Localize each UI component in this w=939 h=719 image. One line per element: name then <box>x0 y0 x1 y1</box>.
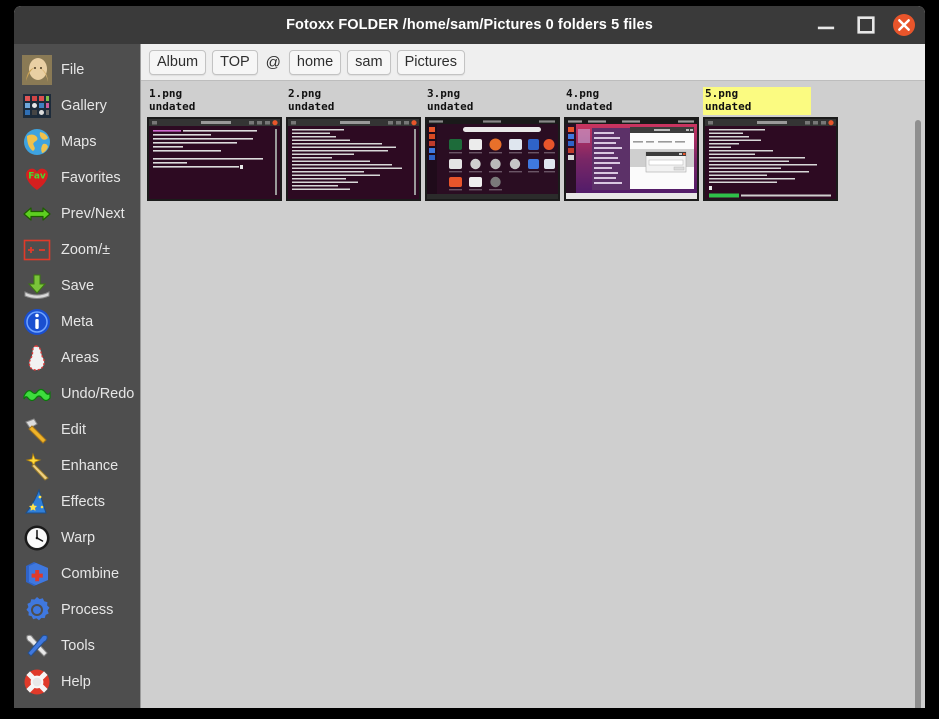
at-symbol-icon: @ <box>265 53 281 71</box>
thumbnail-cell[interactable]: 2.png undated <box>284 87 423 207</box>
sidebar-item-label: Meta <box>61 314 94 330</box>
sidebar-item-label: Process <box>61 602 114 618</box>
layers-plus-icon <box>22 559 52 589</box>
sidebar-item-help[interactable]: Help <box>14 664 140 700</box>
sidebar-item-prev-next[interactable]: Prev/Next <box>14 196 140 232</box>
breadcrumb: Album TOP @ home sam Pictures <box>141 44 925 81</box>
sidebar-item-label: Warp <box>61 530 96 546</box>
heart-fav-icon: Fav <box>22 163 52 193</box>
sidebar-item-label: Areas <box>61 350 99 366</box>
sidebar-item-process[interactable]: Process <box>14 592 140 628</box>
content-pane: Album TOP @ home sam Pictures 1.png undat… <box>140 44 925 708</box>
undo-redo-ribbon-icon <box>22 379 52 409</box>
thumbnail-image-dialog[interactable] <box>564 117 699 201</box>
sidebar-item-label: File <box>61 62 85 78</box>
sidebar-item-favorites[interactable]: Fav Favorites <box>14 160 140 196</box>
portrait-icon <box>22 55 52 85</box>
sidebar-item-tools[interactable]: Tools <box>14 628 140 664</box>
clock-icon <box>22 523 52 553</box>
sidebar-item-label: Help <box>61 674 91 690</box>
gear-icon <box>22 595 52 625</box>
sidebar-item-label: Effects <box>61 494 106 510</box>
svg-text:Fav: Fav <box>28 172 46 182</box>
sidebar-item-enhance[interactable]: Enhance <box>14 448 140 484</box>
window-title: Fotoxx FOLDER /home/sam/Pictures 0 folde… <box>286 17 653 33</box>
sidebar-item-save[interactable]: Save <box>14 268 140 304</box>
hammer-icon <box>22 415 52 445</box>
sidebar-item-label: Maps <box>61 134 97 150</box>
sidebar-item-zoom[interactable]: Zoom/± <box>14 232 140 268</box>
lifebuoy-icon <box>22 667 52 697</box>
sidebar-item-meta[interactable]: Meta <box>14 304 140 340</box>
window-controls <box>813 6 915 44</box>
thumbnail-image-terminal-progress[interactable] <box>703 117 838 201</box>
sidebar-item-areas[interactable]: Areas <box>14 340 140 376</box>
sidebar-item-label: Prev/Next <box>61 206 125 222</box>
minimize-button[interactable] <box>813 12 839 38</box>
sidebar-item-gallery[interactable]: Gallery <box>14 88 140 124</box>
grid-thumbnails-icon <box>22 91 52 121</box>
close-button[interactable] <box>893 14 915 36</box>
thumbnail-image-appgrid[interactable] <box>425 117 560 201</box>
top-button[interactable]: TOP <box>212 49 258 75</box>
sidebar-item-label: Save <box>61 278 95 294</box>
vertical-scrollbar[interactable] <box>912 118 924 708</box>
breadcrumb-pictures[interactable]: Pictures <box>396 49 465 75</box>
sidebar-item-effects[interactable]: Effects <box>14 484 140 520</box>
scrollbar-thumb[interactable] <box>915 120 921 708</box>
breadcrumb-home[interactable]: home <box>288 49 342 75</box>
save-down-arrow-icon <box>22 271 52 301</box>
sidebar-item-edit[interactable]: Edit <box>14 412 140 448</box>
thumbnail-cell[interactable]: 3.png undated <box>423 87 562 207</box>
fotoxx-window: Fotoxx FOLDER /home/sam/Pictures 0 folde… <box>14 6 925 708</box>
sidebar-item-undo-redo[interactable]: Undo/Redo <box>14 376 140 412</box>
sidebar-item-label: Edit <box>61 422 86 438</box>
sidebar-item-label: Combine <box>61 566 120 582</box>
titlebar: Fotoxx FOLDER /home/sam/Pictures 0 folde… <box>14 6 925 44</box>
double-arrow-icon <box>22 199 52 229</box>
thumbnail-image-terminal[interactable] <box>286 117 421 201</box>
window-body: File Gallery Maps Fav Favorites Prev/Nex… <box>14 44 925 708</box>
zoom-plus-minus-icon <box>22 235 52 265</box>
maximize-button[interactable] <box>853 12 879 38</box>
globe-icon <box>22 127 52 157</box>
album-button[interactable]: Album <box>149 49 207 75</box>
info-circle-icon <box>22 307 52 337</box>
sidebar: File Gallery Maps Fav Favorites Prev/Nex… <box>14 44 140 708</box>
thumbnail-cell[interactable]: 4.png undated <box>562 87 701 207</box>
thumbnail-label: 5.png undated <box>703 87 812 115</box>
sidebar-item-warp[interactable]: Warp <box>14 520 140 556</box>
sidebar-item-label: Enhance <box>61 458 119 474</box>
wrench-screwdriver-icon <box>22 631 52 661</box>
thumbnail-cell-selected[interactable]: 5.png undated <box>701 87 840 207</box>
sidebar-item-label: Tools <box>61 638 95 654</box>
thumbnail-label: 1.png undated <box>149 87 196 113</box>
sidebar-item-label: Gallery <box>61 98 107 114</box>
dotted-shape-icon <box>22 343 52 373</box>
thumbnail-image-terminal[interactable] <box>147 117 282 201</box>
sidebar-item-file[interactable]: File <box>14 52 140 88</box>
wizard-hat-icon <box>22 487 52 517</box>
sidebar-item-label: Zoom/± <box>61 242 111 258</box>
sidebar-item-maps[interactable]: Maps <box>14 124 140 160</box>
sidebar-item-label: Favorites <box>61 170 121 186</box>
sidebar-item-label: Undo/Redo <box>61 386 135 402</box>
thumbnail-label: 4.png undated <box>566 87 613 113</box>
breadcrumb-sam[interactable]: sam <box>347 49 391 75</box>
sidebar-item-combine[interactable]: Combine <box>14 556 140 592</box>
thumbnail-label: 3.png undated <box>427 87 474 113</box>
thumbnail-cell[interactable]: 1.png undated <box>145 87 284 207</box>
thumbnail-gallery: 1.png undated 2.png undated 3.png undate… <box>141 81 925 708</box>
thumbnail-grid: 1.png undated 2.png undated 3.png undate… <box>145 87 925 207</box>
thumbnail-label: 2.png undated <box>288 87 335 113</box>
magic-wand-icon <box>22 451 52 481</box>
